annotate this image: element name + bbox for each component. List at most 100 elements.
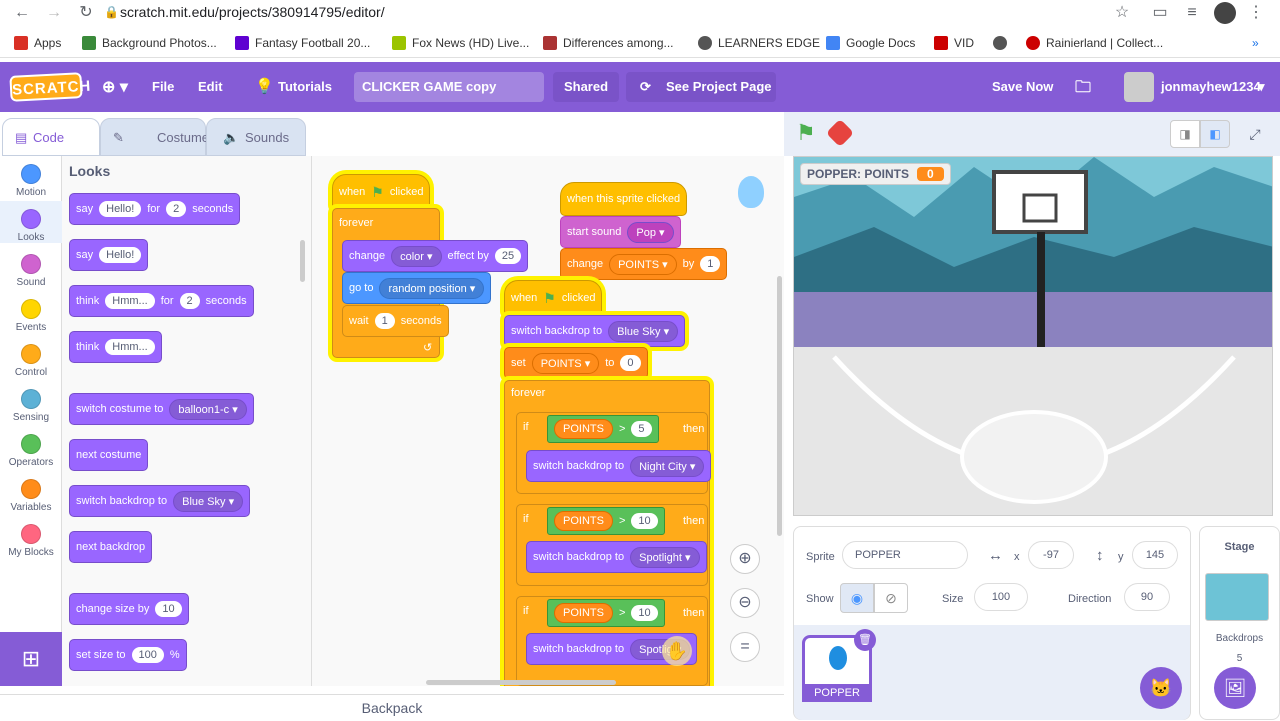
direction-input[interactable]: 90 xyxy=(1124,583,1170,611)
workspace-vertical-scrollbar[interactable] xyxy=(777,276,782,536)
say-message-input[interactable]: Hello! xyxy=(99,201,142,217)
category-variables[interactable]: Variables xyxy=(0,479,62,513)
block-think-for[interactable]: think Hmm... for 2 seconds xyxy=(69,285,254,317)
category-looks[interactable]: Looks xyxy=(0,201,62,243)
bookmark-fantasy-football[interactable]: Fantasy Football 20... xyxy=(235,36,370,50)
block-set-size[interactable]: set size to 100% xyxy=(69,639,187,671)
choose-backdrop-icon[interactable]: 🖼 xyxy=(1214,667,1256,709)
points-reporter[interactable]: POINTS xyxy=(554,603,613,623)
file-menu[interactable]: File xyxy=(152,79,174,94)
block-change-effect[interactable]: change color ▾ effect by 25 xyxy=(342,240,529,272)
palette-scrollbar[interactable] xyxy=(300,240,305,282)
block-start-sound[interactable]: start sound Pop ▾ xyxy=(560,216,681,248)
tab-costumes[interactable]: ✎ Costumes xyxy=(100,118,216,156)
think-seconds-input[interactable]: 2 xyxy=(179,293,200,309)
chevron-down-icon[interactable]: ▾ xyxy=(1258,79,1265,95)
size-input[interactable]: 100 xyxy=(974,583,1028,611)
add-extension-icon[interactable]: ⊞ xyxy=(0,632,62,686)
category-events[interactable]: Events xyxy=(0,299,62,333)
backdrop-dropdown[interactable]: Night City ▾ xyxy=(630,455,705,477)
tab-code[interactable]: ▤ Code xyxy=(2,118,100,156)
say-message-input[interactable]: Hello! xyxy=(99,247,142,263)
backdrop-dropdown[interactable]: Blue Sky ▾ xyxy=(608,320,679,342)
bookmark-fox-news[interactable]: Fox News (HD) Live... xyxy=(392,36,529,50)
block-wait[interactable]: wait 1 seconds xyxy=(342,305,449,337)
bookmark-google-docs[interactable]: Google Docs xyxy=(826,36,915,50)
x-input[interactable]: -97 xyxy=(1028,541,1074,569)
save-now-button[interactable]: Save Now xyxy=(992,79,1053,94)
hide-eye-icon[interactable]: ⊘ xyxy=(874,583,908,613)
show-eye-icon[interactable]: ◉ xyxy=(840,583,874,613)
block-switch-backdrop[interactable]: switch backdrop to Spotlight ▾ xyxy=(526,541,707,573)
block-go-to[interactable]: go to random position ▾ xyxy=(342,272,492,304)
shared-button[interactable]: Shared xyxy=(553,72,619,102)
block-next-costume[interactable]: next costume xyxy=(69,439,149,471)
block-switch-costume[interactable]: switch costume to balloon1-c ▾ xyxy=(69,393,254,425)
project-title-input[interactable]: CLICKER GAME copy xyxy=(354,72,544,102)
category-sensing[interactable]: Sensing xyxy=(0,389,62,423)
zoom-reset-icon[interactable]: = xyxy=(730,632,760,662)
greater-than-operator[interactable]: POINTS >10 xyxy=(547,599,665,627)
backdrop-dropdown[interactable]: Blue Sky ▾ xyxy=(173,490,244,512)
block-switch-backdrop[interactable]: switch backdrop to Night City ▾ xyxy=(526,450,712,482)
bookmark-differences[interactable]: Differences among... xyxy=(543,36,674,50)
goto-dropdown[interactable]: random position ▾ xyxy=(379,277,485,299)
fullscreen-icon[interactable]: ⤢ xyxy=(1240,120,1270,148)
category-motion[interactable]: Motion xyxy=(0,164,62,198)
tab-sounds[interactable]: 🔈 Sounds xyxy=(206,118,306,156)
block-change-points[interactable]: change POINTS ▾ by 1 xyxy=(560,248,728,280)
small-stage-icon[interactable]: ◨ xyxy=(1170,120,1200,148)
large-stage-icon[interactable]: ◧ xyxy=(1200,120,1230,148)
stage-thumbnail[interactable] xyxy=(1205,573,1269,621)
block-switch-backdrop[interactable]: switch backdrop to Blue Sky ▾ xyxy=(69,485,251,517)
stage-canvas[interactable]: POPPER: POINTS 0 xyxy=(793,156,1273,516)
block-change-size[interactable]: change size by 10 xyxy=(69,593,189,625)
change-amount-input[interactable]: 1 xyxy=(700,256,721,272)
when-flag-clicked-hat[interactable]: when ⚑ clicked xyxy=(504,280,603,316)
compare-value-input[interactable]: 10 xyxy=(631,605,658,621)
say-seconds-input[interactable]: 2 xyxy=(166,201,187,217)
points-reporter[interactable]: POINTS xyxy=(554,511,613,531)
greater-than-operator[interactable]: POINTS >5 xyxy=(547,415,659,443)
language-globe-icon[interactable]: ⊕ ▾ xyxy=(102,77,128,97)
costume-dropdown[interactable]: balloon1-c ▾ xyxy=(169,398,247,420)
greater-than-operator[interactable]: POINTS >10 xyxy=(547,507,665,535)
delete-sprite-icon[interactable]: 🗑 xyxy=(854,629,876,651)
when-sprite-clicked-hat[interactable]: when this sprite clicked xyxy=(560,182,688,216)
set-value-input[interactable]: 0 xyxy=(620,355,641,371)
bookmark-learners-edge[interactable]: LEARNERS EDGE xyxy=(698,36,820,50)
set-size-input[interactable]: 100 xyxy=(131,647,164,663)
zoom-in-icon[interactable]: ⊕ xyxy=(730,544,760,574)
more-icon[interactable]: ⋮ xyxy=(1246,3,1266,23)
y-input[interactable]: 145 xyxy=(1132,541,1178,569)
block-say[interactable]: say Hello! xyxy=(69,239,149,271)
bookmark-rainierland[interactable]: Rainierland | Collect... xyxy=(1026,36,1163,50)
backdrop-dropdown[interactable]: Spotlight ▾ xyxy=(630,546,700,568)
reload-icon[interactable]: ↻ xyxy=(76,3,96,23)
bookmark-globe[interactable] xyxy=(993,36,1013,50)
block-next-backdrop[interactable]: next backdrop xyxy=(69,531,153,563)
block-say-for[interactable]: say Hello! for 2 seconds xyxy=(69,193,241,225)
forward-icon[interactable]: → xyxy=(44,3,64,23)
category-operators[interactable]: Operators xyxy=(0,434,62,468)
compare-value-input[interactable]: 10 xyxy=(631,513,658,529)
bookmark-apps[interactable]: Apps xyxy=(14,36,61,50)
cast-icon[interactable]: ▭ xyxy=(1150,3,1170,23)
edit-menu[interactable]: Edit xyxy=(198,79,223,94)
bookmark-vid[interactable]: VID xyxy=(934,36,974,50)
category-control[interactable]: Control xyxy=(0,344,62,378)
category-my-blocks[interactable]: My Blocks xyxy=(0,524,62,558)
sprite-name-input[interactable]: POPPER xyxy=(842,541,968,569)
think-message-input[interactable]: Hmm... xyxy=(105,293,155,309)
compare-value-input[interactable]: 5 xyxy=(631,421,652,437)
variable-dropdown[interactable]: POINTS ▾ xyxy=(531,352,600,374)
block-set-points[interactable]: set POINTS ▾ to 0 xyxy=(504,347,648,379)
sound-dropdown[interactable]: Pop ▾ xyxy=(627,221,674,243)
playlist-icon[interactable]: ≡ xyxy=(1182,3,1202,23)
category-sound[interactable]: Sound xyxy=(0,254,62,288)
think-message-input[interactable]: Hmm... xyxy=(105,339,155,355)
effect-dropdown[interactable]: color ▾ xyxy=(391,245,442,267)
choose-sprite-icon[interactable]: 🐱 xyxy=(1140,667,1182,709)
my-stuff-folder-icon[interactable]: 🗀 xyxy=(1075,76,1091,103)
variable-dropdown[interactable]: POINTS ▾ xyxy=(609,253,677,275)
